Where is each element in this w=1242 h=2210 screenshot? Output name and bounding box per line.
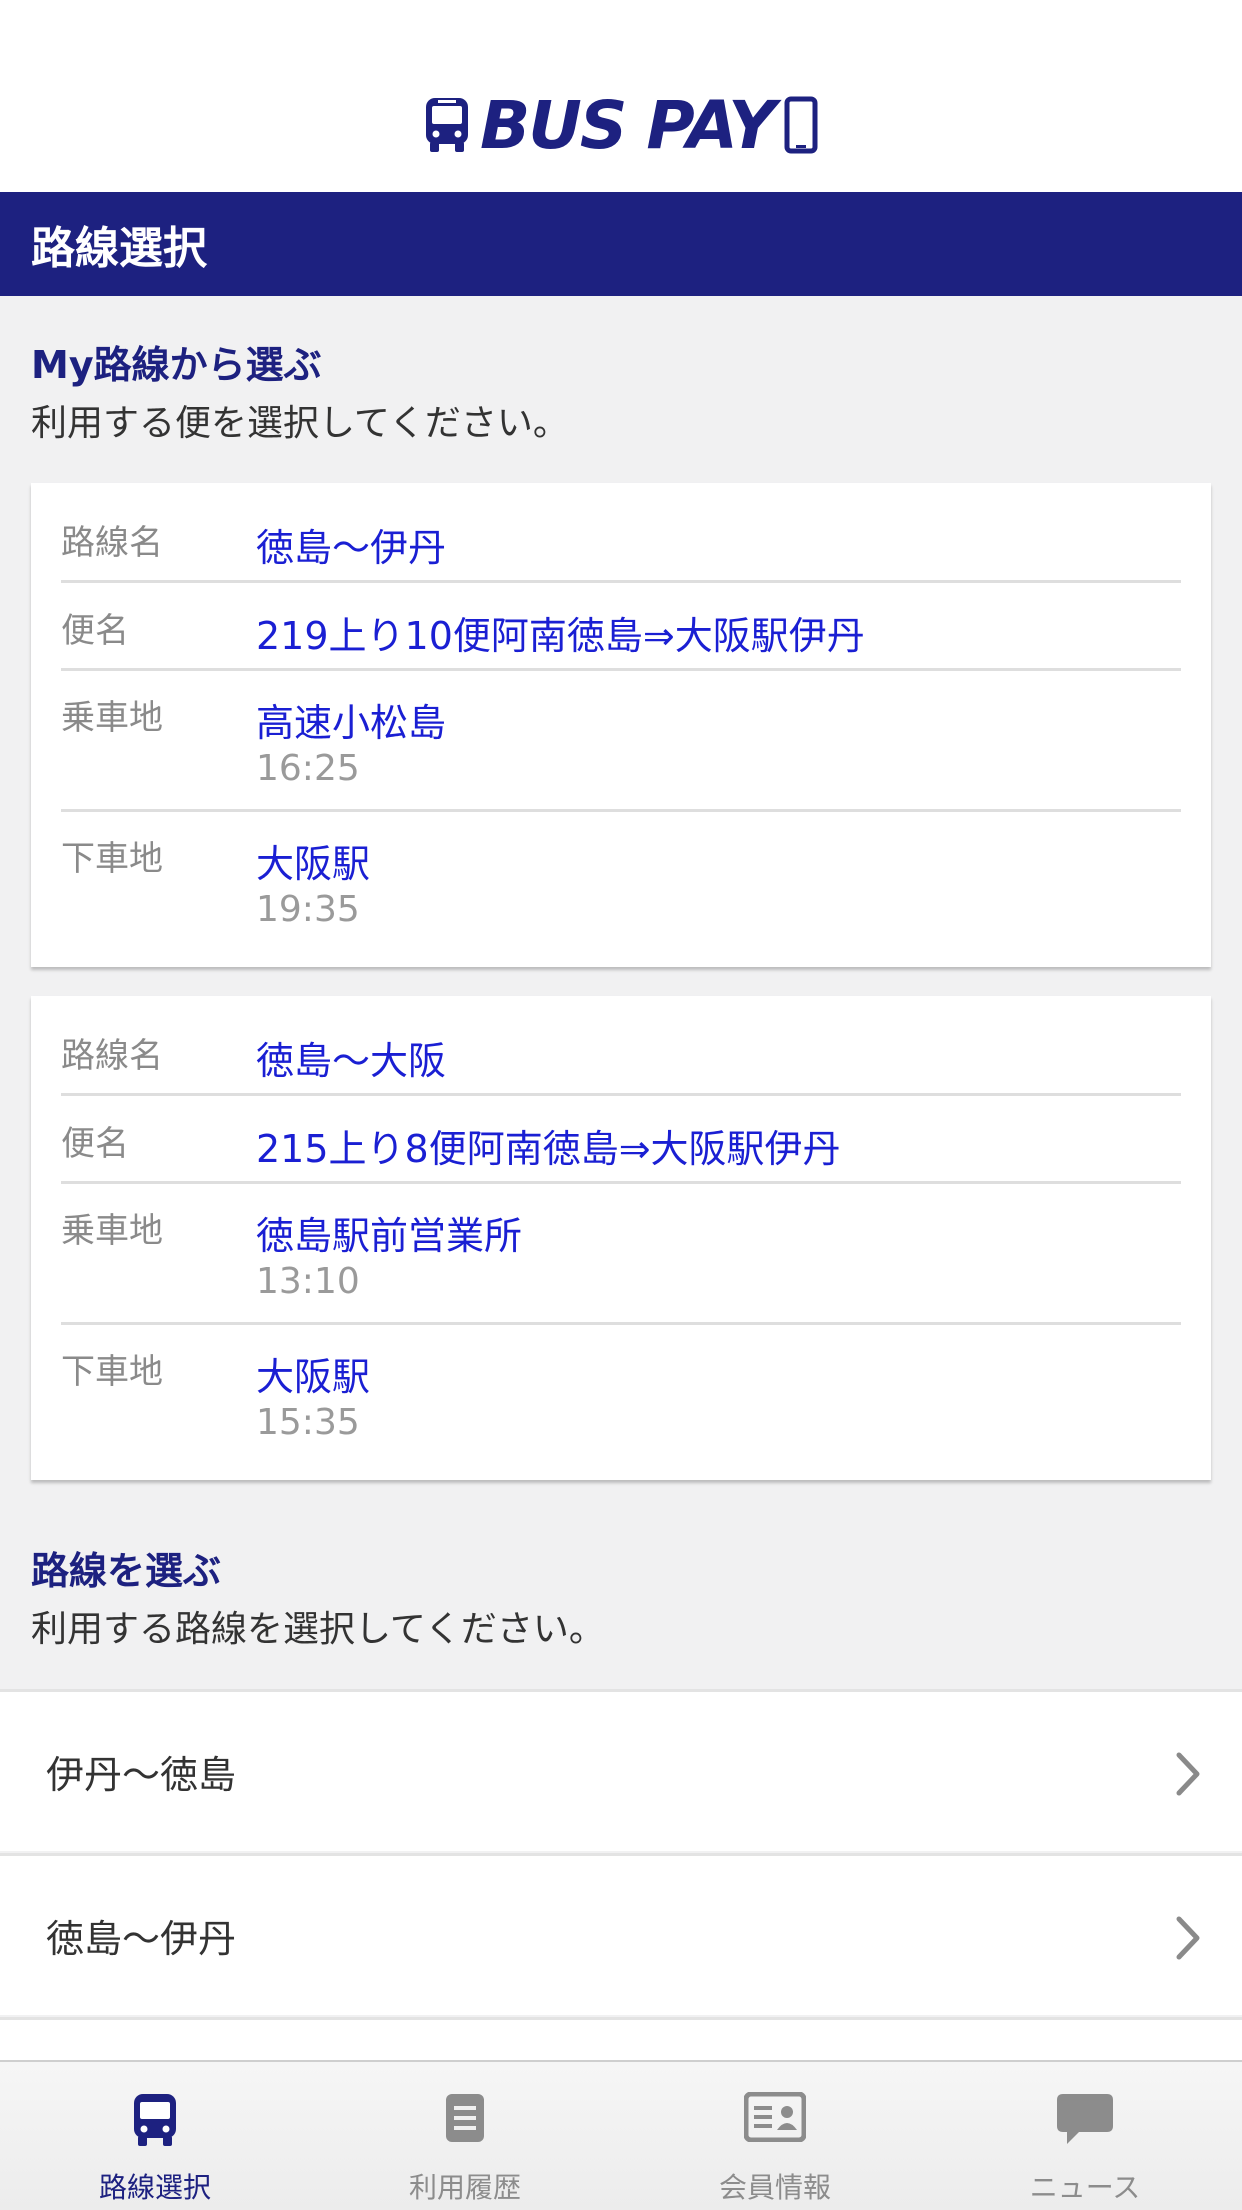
route-list-item-label: 徳島〜伊丹 — [46, 1917, 237, 1961]
alighting-label: 下車地 — [61, 1352, 163, 1392]
my-routes-description: 利用する便を選択してください。 — [31, 403, 569, 444]
routes-title: 路線を選ぶ — [31, 1549, 222, 1593]
my-route-card[interactable]: 路線名 徳島〜大阪 便名 215上り8便阿南徳島⇒大阪駅伊丹 乗車地 徳島駅前営… — [31, 996, 1211, 1480]
app-header: BUS PAY — [0, 0, 1242, 192]
divider — [61, 668, 1181, 671]
bus-icon — [134, 2094, 176, 2146]
boarding-stop: 徳島駅前営業所 — [256, 1214, 523, 1258]
route-name-value: 徳島〜大阪 — [256, 1039, 447, 1083]
divider — [61, 1181, 1181, 1184]
divider — [61, 580, 1181, 583]
tab-label: 路線選択 — [98, 2171, 211, 2204]
boarding-time: 13:10 — [256, 1261, 360, 1302]
boarding-label: 乗車地 — [61, 1211, 163, 1251]
document-icon — [446, 2094, 484, 2142]
alighting-time: 15:35 — [256, 1402, 360, 1443]
divider — [61, 1322, 1181, 1325]
id-card-icon — [744, 2092, 806, 2142]
route-name-value: 徳島〜伊丹 — [256, 526, 447, 570]
bus-pay-logo: BUS PAY — [424, 87, 818, 164]
bottom-tab-bar: 路線選択 利用履歴 会員情報 ニュース — [0, 2060, 1242, 2210]
divider — [61, 809, 1181, 812]
page-title: 路線選択 — [31, 223, 207, 274]
chevron-right-icon — [1176, 1752, 1200, 1796]
route-list-item[interactable]: 伊丹〜徳島 — [0, 1689, 1242, 1851]
route-name-label: 路線名 — [61, 1036, 163, 1076]
route-name-label: 路線名 — [61, 523, 163, 563]
tab-label: 会員情報 — [718, 2171, 831, 2204]
boarding-stop: 高速小松島 — [256, 701, 447, 745]
trip-name-value: 215上り8便阿南徳島⇒大阪駅伊丹 — [256, 1127, 841, 1171]
route-list-item-label: 伊丹〜徳島 — [46, 1753, 237, 1797]
boarding-label: 乗車地 — [61, 698, 163, 738]
my-routes-title: My路線から選ぶ — [31, 343, 322, 387]
alighting-time: 19:35 — [256, 889, 360, 930]
alighting-stop: 大阪駅 — [256, 842, 371, 886]
tab-route-select[interactable]: 路線選択 — [0, 2062, 310, 2210]
trip-name-value: 219上り10便阿南徳島⇒大阪駅伊丹 — [256, 614, 865, 658]
tab-label: ニュース — [1029, 2171, 1141, 2204]
chevron-right-icon — [1176, 1916, 1200, 1960]
tab-news[interactable]: ニュース — [930, 2062, 1240, 2210]
bus-logo-icon — [425, 98, 468, 152]
tab-label: 利用履歴 — [408, 2171, 521, 2204]
trip-name-label: 便名 — [61, 611, 129, 651]
routes-description: 利用する路線を選択してください。 — [31, 1609, 605, 1650]
chat-bubble-icon — [1057, 2094, 1113, 2144]
alighting-label: 下車地 — [61, 839, 163, 879]
my-route-card[interactable]: 路線名 徳島〜伊丹 便名 219上り10便阿南徳島⇒大阪駅伊丹 乗車地 高速小松… — [31, 483, 1211, 967]
tab-member-info[interactable]: 会員情報 — [620, 2062, 930, 2210]
alighting-stop: 大阪駅 — [256, 1355, 371, 1399]
smartphone-icon — [784, 96, 818, 154]
boarding-time: 16:25 — [256, 748, 360, 789]
tab-usage-history[interactable]: 利用履歴 — [310, 2062, 620, 2210]
logo-text: BUS PAY — [479, 86, 776, 164]
route-list-item[interactable]: 徳島〜伊丹 — [0, 1853, 1242, 2015]
divider — [61, 1093, 1181, 1096]
trip-name-label: 便名 — [61, 1124, 129, 1164]
page-title-bar: 路線選択 — [0, 192, 1242, 296]
